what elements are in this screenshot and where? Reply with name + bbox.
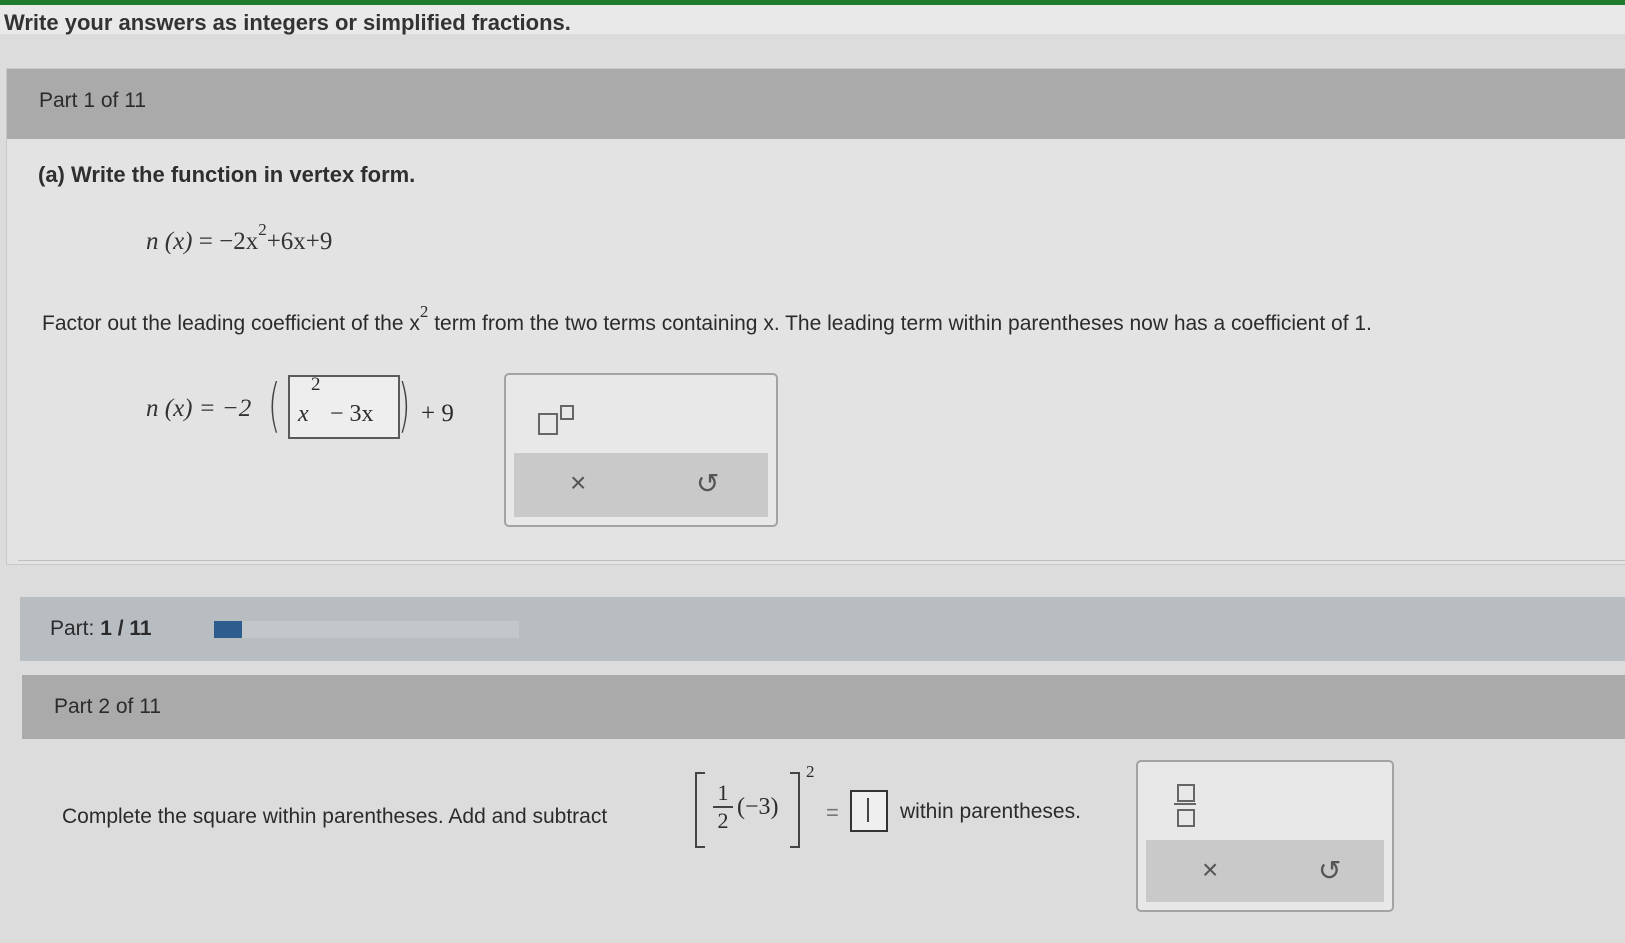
- square-exponent: 2: [806, 762, 815, 781]
- fraction-button[interactable]: [1174, 784, 1196, 828]
- factor-exponent: 2: [419, 302, 429, 321]
- part-2-math-toolbar: × ↺: [1136, 760, 1394, 912]
- function-rhs-a: = −2x: [198, 228, 259, 255]
- clear-icon[interactable]: ×: [570, 467, 586, 499]
- right-bracket: [790, 772, 800, 848]
- half-fraction: 1 2: [713, 780, 733, 834]
- inner-value: (−3): [737, 794, 779, 820]
- question-a-label: (a) Write the function in vertex form.: [38, 162, 416, 187]
- function-rhs-b: +6x+9: [266, 228, 333, 255]
- left-paren: (: [268, 371, 281, 439]
- factor-text-b: term from the two terms containing x. Th…: [428, 312, 1372, 335]
- answer-input-box[interactable]: x 2 − 3x: [288, 374, 400, 439]
- clear-icon[interactable]: ×: [1202, 854, 1218, 886]
- complete-square-text: Complete the square within parentheses. …: [62, 805, 608, 828]
- fraction-denominator: 2: [717, 808, 729, 833]
- factor-instruction: Factor out the leading coefficient of th…: [42, 302, 1372, 336]
- answer-rest: − 3x: [330, 401, 374, 427]
- fraction-numerator: 1: [713, 780, 733, 808]
- function-lhs: n (x): [146, 228, 193, 255]
- step-tail: + 9: [421, 400, 454, 427]
- part-1-header[interactable]: Part 1 of 11: [7, 69, 1625, 139]
- left-bracket: [695, 772, 705, 848]
- undo-icon[interactable]: ↺: [696, 467, 719, 500]
- part-2-header[interactable]: Part 2 of 11: [22, 675, 1625, 739]
- equals-sign: =: [826, 800, 839, 825]
- part-1-math-toolbar: × ↺: [504, 373, 778, 527]
- instruction-text: Write your answers as integers or simpli…: [4, 10, 571, 35]
- text-cursor: [867, 798, 869, 822]
- factor-text-a: Factor out the leading coefficient of th…: [42, 312, 420, 335]
- progress-label: Part: 1 / 11: [50, 617, 152, 640]
- right-paren: ): [398, 371, 411, 439]
- progress-bar-section: Part: 1 / 11: [20, 597, 1625, 661]
- progress-fill: [214, 621, 242, 638]
- progress-count: 1 / 11: [100, 617, 152, 640]
- toolbar-action-row-2: × ↺: [1146, 840, 1384, 902]
- superscript-exp-icon: [560, 405, 574, 420]
- toolbar-action-row: × ↺: [514, 453, 768, 517]
- undo-icon[interactable]: ↺: [1318, 854, 1341, 887]
- fraction-bottom-icon: [1177, 809, 1195, 827]
- fraction-top-icon: [1177, 784, 1195, 802]
- step-equation: n (x) = −2: [146, 395, 251, 423]
- fraction-line-icon: [1174, 803, 1196, 805]
- function-exponent: 2: [258, 220, 267, 239]
- superscript-base-icon: [538, 413, 558, 435]
- step-lhs: n (x) = −2: [146, 395, 252, 422]
- answer-x: x: [298, 401, 309, 427]
- function-equation: n (x) = −2x2+6x+9: [146, 220, 333, 256]
- progress-track: [214, 621, 519, 638]
- part-2-title: Part 2 of 11: [54, 695, 162, 718]
- within-parentheses-text: within parentheses.: [900, 800, 1081, 823]
- part-1-title: Part 1 of 11: [39, 89, 147, 112]
- square-answer-input[interactable]: [850, 790, 888, 832]
- answer-exponent: 2: [311, 374, 321, 395]
- superscript-button[interactable]: [538, 403, 578, 443]
- divider: [18, 560, 1625, 561]
